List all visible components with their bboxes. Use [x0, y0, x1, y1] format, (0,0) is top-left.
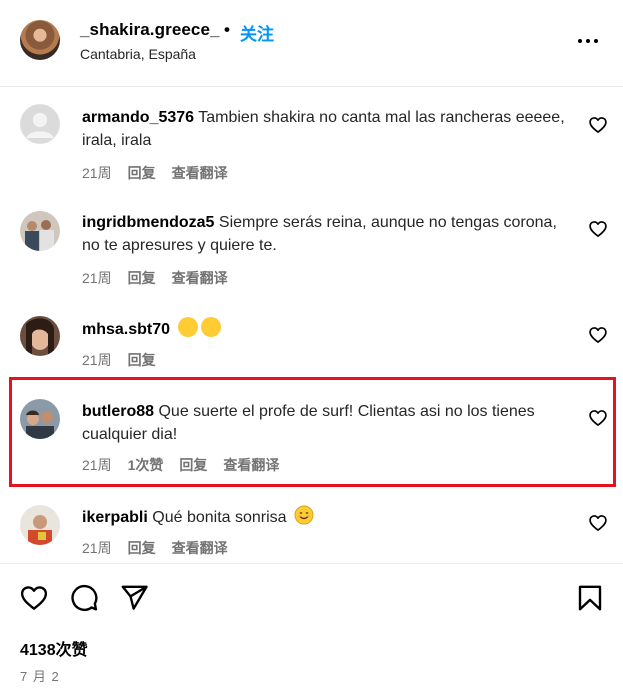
comment-time[interactable]: 21周	[82, 538, 112, 558]
comment-username[interactable]: ingridbmendoza5	[82, 214, 214, 231]
comment-body: armando_5376 Tambien shakira no canta ma…	[82, 106, 572, 152]
header-separator: •	[224, 20, 230, 39]
translate-button[interactable]: 查看翻译	[172, 538, 228, 558]
reply-button[interactable]: 回复	[128, 538, 156, 558]
comment-meta: 21周 回复 查看翻译	[82, 163, 228, 183]
bookmark-icon[interactable]	[575, 583, 605, 613]
comment-meta: 21周 回复 查看翻译	[82, 538, 228, 558]
comment-body: ingridbmendoza5 Siempre serás reina, aun…	[82, 211, 572, 257]
author-avatar[interactable]	[20, 20, 60, 60]
comment-time[interactable]: 21周	[82, 455, 112, 475]
heart-icon[interactable]	[588, 219, 608, 239]
comment-meta: 21周 回复	[82, 350, 156, 370]
heart-icon[interactable]	[19, 583, 49, 613]
comment-username[interactable]: ikerpabli	[82, 509, 148, 526]
comment-username[interactable]: butlero88	[82, 403, 154, 420]
heart-icon[interactable]	[588, 513, 608, 533]
comment-meta: 21周 回复 查看翻译	[82, 268, 228, 288]
reply-button[interactable]: 回复	[128, 350, 156, 370]
comment-text: Qué bonita sonrisa	[152, 509, 287, 526]
comment-body: ikerpabli Qué bonita sonrisa	[82, 505, 572, 529]
translate-button[interactable]: 查看翻译	[223, 455, 279, 475]
comment-body: mhsa.sbt70	[82, 317, 572, 341]
comment-time[interactable]: 21周	[82, 350, 112, 370]
user-avatar[interactable]	[20, 211, 60, 251]
comment-time[interactable]: 21周	[82, 163, 112, 183]
author-username[interactable]: _shakira.greece_	[80, 20, 220, 40]
heart-icon[interactable]	[588, 408, 608, 428]
comment-username[interactable]: armando_5376	[82, 109, 194, 126]
comment-meta: 21周 1次赞 回复 查看翻译	[82, 455, 279, 475]
heart-icon[interactable]	[588, 325, 608, 345]
user-avatar[interactable]	[20, 505, 60, 545]
user-avatar[interactable]	[20, 399, 60, 439]
heart-eyes-emoji	[177, 317, 198, 337]
heart-icon[interactable]	[588, 115, 608, 135]
reply-button[interactable]: 回复	[179, 455, 207, 475]
heart-eyes-emoji	[200, 317, 221, 337]
comment-time[interactable]: 21周	[82, 268, 112, 288]
translate-button[interactable]: 查看翻译	[172, 163, 228, 183]
default-avatar[interactable]	[20, 104, 60, 144]
translate-button[interactable]: 查看翻译	[172, 268, 228, 288]
smiling-face-emoji	[294, 505, 314, 525]
reply-button[interactable]: 回复	[128, 163, 156, 183]
user-avatar[interactable]	[20, 316, 60, 356]
post-location[interactable]: Cantabria, España	[80, 46, 196, 62]
likes-count[interactable]: 4138次赞	[20, 636, 88, 660]
comment-body: butlero88 Que suerte el profe de surf! C…	[82, 400, 572, 446]
reply-button[interactable]: 回复	[128, 268, 156, 288]
comment-icon[interactable]	[69, 583, 99, 613]
comment-username[interactable]: mhsa.sbt70	[82, 321, 170, 338]
post-header: _shakira.greece_ • 关注 Cantabria, España	[0, 0, 623, 87]
share-icon[interactable]	[119, 583, 149, 613]
actions-divider	[0, 563, 623, 564]
follow-button[interactable]: 关注	[240, 20, 274, 45]
comment-likes[interactable]: 1次赞	[128, 455, 164, 475]
more-horizontal-icon[interactable]	[570, 30, 606, 52]
post-date[interactable]: 7 月 2	[20, 666, 60, 685]
